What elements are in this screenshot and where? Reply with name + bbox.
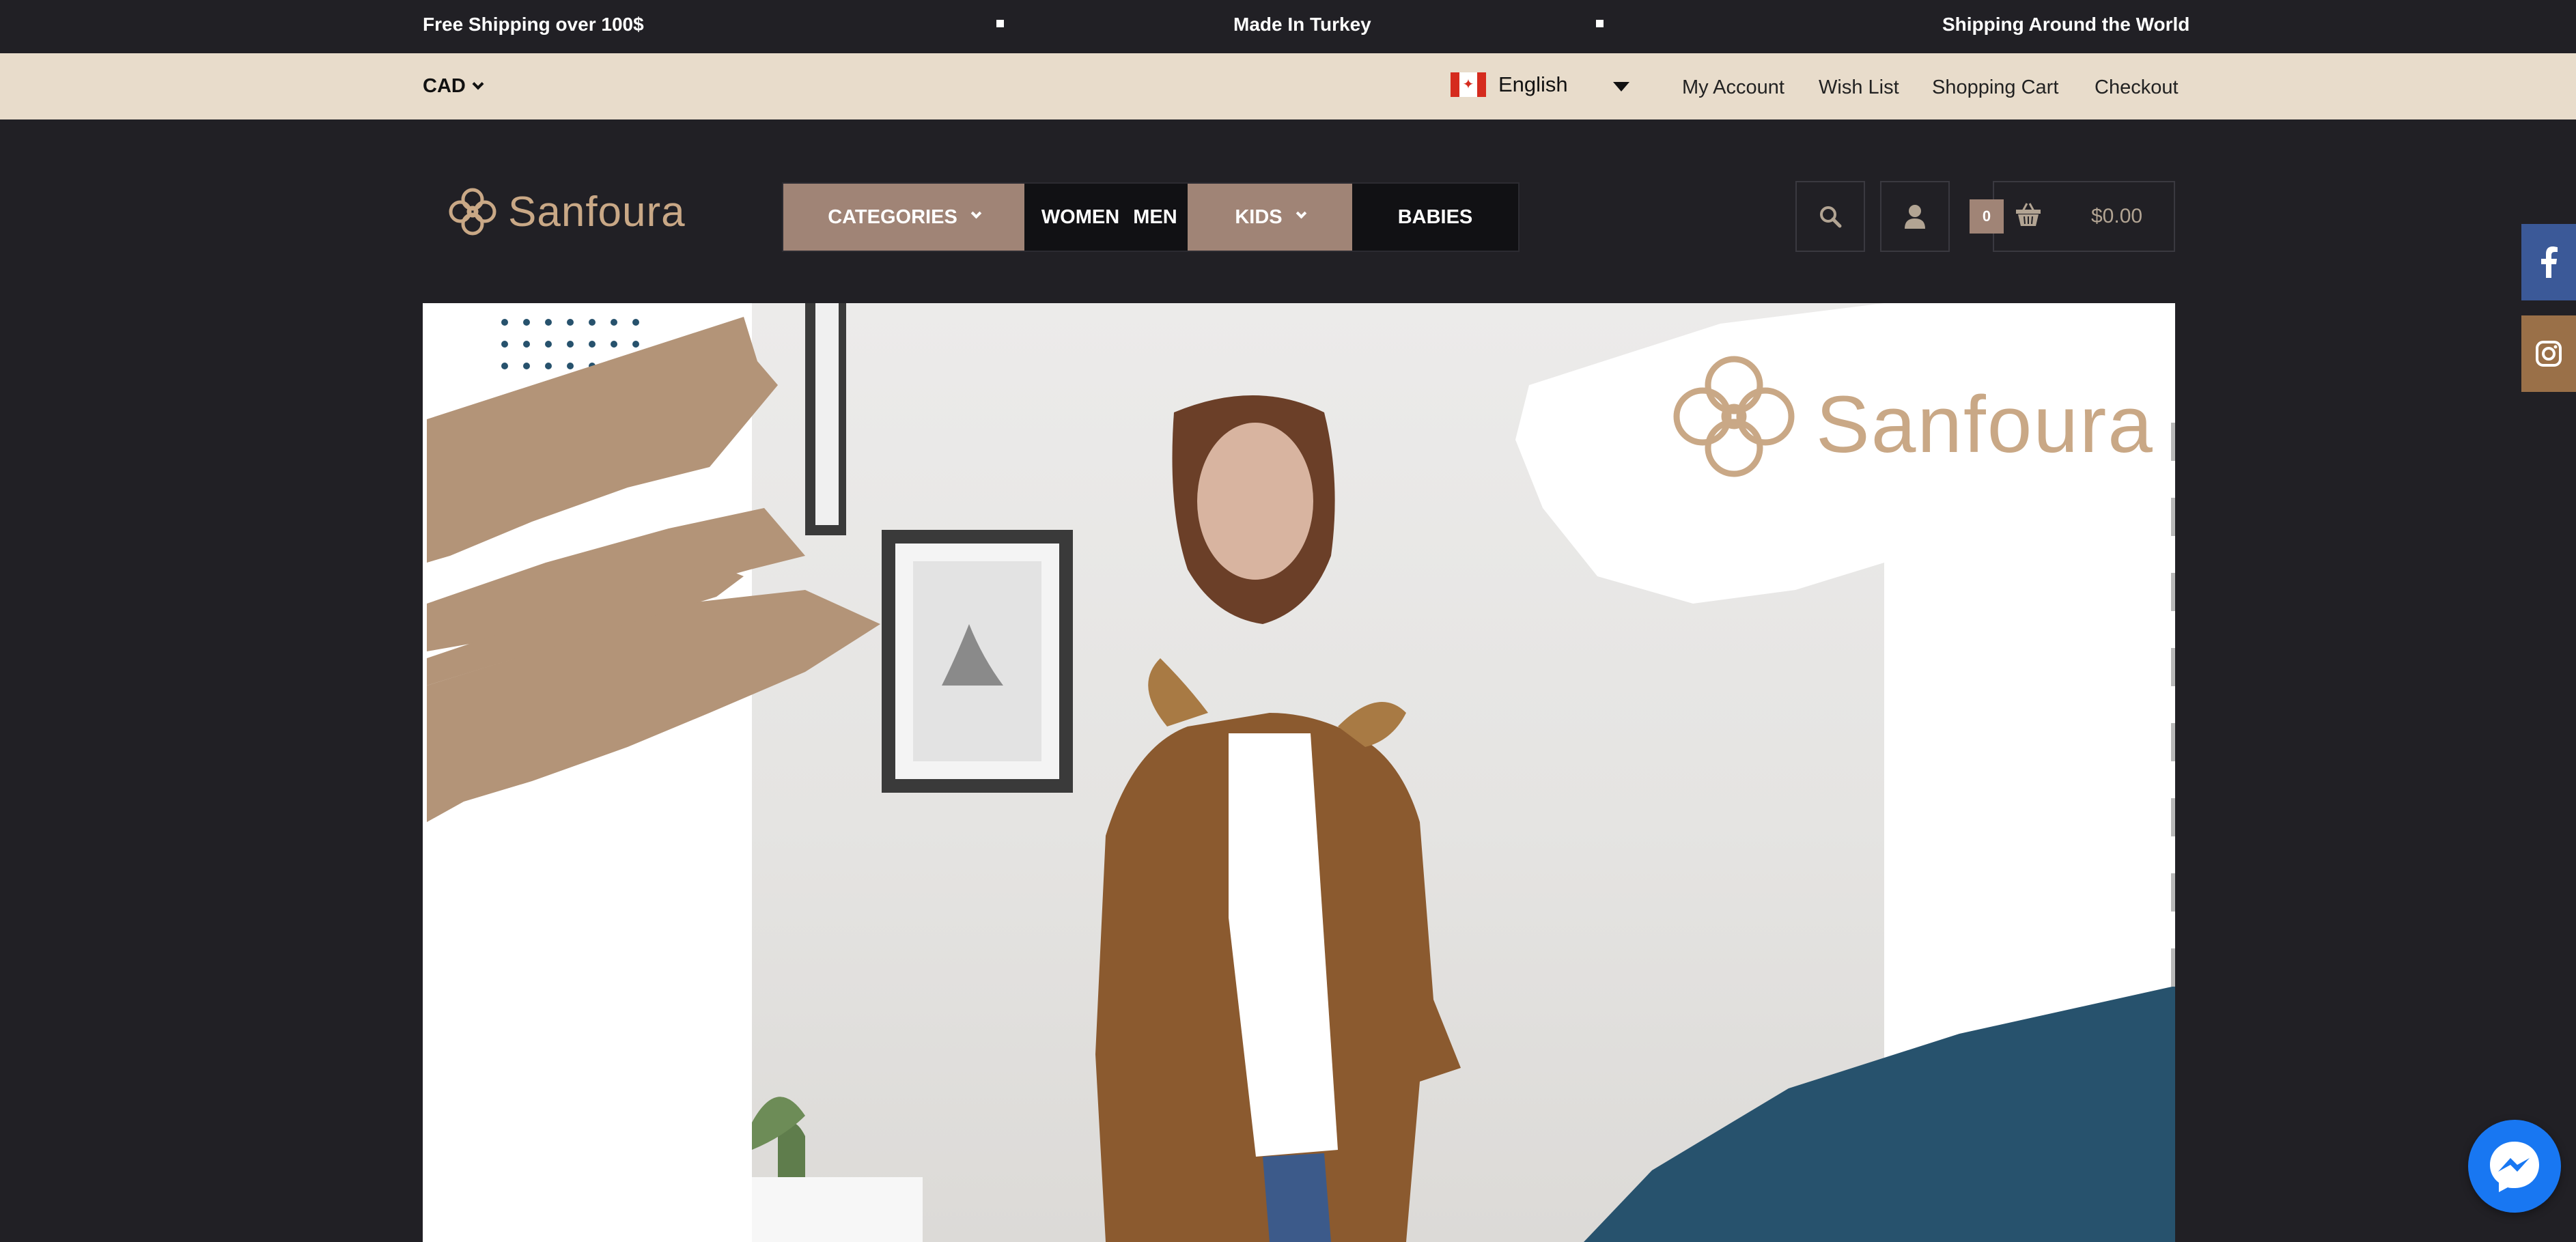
scroll-indicator <box>2171 648 2175 686</box>
nav-babies[interactable]: BABIES <box>1352 184 1518 251</box>
shopping-cart-link[interactable]: Shopping Cart <box>1932 76 2058 99</box>
main-nav: CATEGORIES WOMEN MEN KIDS BABIES <box>782 182 1520 252</box>
nav-men[interactable]: MEN <box>1123 184 1188 251</box>
language-selector[interactable]: ✦ English <box>1451 72 1568 97</box>
instagram-icon <box>2536 341 2562 367</box>
nav-women[interactable]: WOMEN <box>1038 184 1123 251</box>
facebook-icon <box>2541 246 2558 278</box>
facebook-button[interactable] <box>2521 224 2576 300</box>
announcement-free-shipping: Free Shipping over 100$ <box>423 14 644 35</box>
separator-dot <box>996 20 1004 27</box>
announcement-made-in-turkey: Made In Turkey <box>1233 14 1371 35</box>
scroll-indicator <box>2171 573 2175 611</box>
chevron-down-icon <box>970 208 982 218</box>
sanfoura-knot-icon <box>449 188 496 236</box>
nav-categories[interactable]: CATEGORIES <box>783 184 1024 251</box>
scroll-indicator <box>2171 948 2175 987</box>
currency-label: CAD <box>423 75 466 97</box>
hero-brand-watermark: Sanfoura <box>1816 380 2154 470</box>
chevron-down-icon <box>1296 208 1306 218</box>
instagram-button[interactable] <box>2521 315 2576 392</box>
scroll-indicator <box>2171 873 2175 912</box>
utility-bar: CAD ✦ English My Account Wish List Shopp… <box>0 53 2576 119</box>
checkout-link[interactable]: Checkout <box>2095 76 2179 99</box>
account-button[interactable] <box>1880 181 1950 252</box>
canada-flag-icon: ✦ <box>1451 72 1486 97</box>
search-button[interactable] <box>1795 181 1865 252</box>
separator-dot <box>1596 20 1604 27</box>
messenger-chat-button[interactable] <box>2468 1120 2561 1213</box>
nav-babies-label: BABIES <box>1397 206 1473 228</box>
model-figure <box>1095 395 1461 1242</box>
nav-women-label: WOMEN <box>1041 206 1120 228</box>
language-label: English <box>1498 72 1568 96</box>
wish-list-link[interactable]: Wish List <box>1819 76 1899 99</box>
messenger-icon <box>2490 1142 2539 1192</box>
announcement-worldwide-shipping: Shipping Around the World <box>1942 14 2190 35</box>
caret-down-icon[interactable] <box>1613 82 1629 91</box>
scroll-indicator <box>2171 798 2175 836</box>
nav-men-label: MEN <box>1133 206 1177 228</box>
brand-name: Sanfoura <box>508 188 686 236</box>
announcement-bar: Free Shipping over 100$ Made In Turkey S… <box>0 0 2576 53</box>
my-account-link[interactable]: My Account <box>1682 76 1784 99</box>
site-logo[interactable]: Sanfoura <box>445 184 686 239</box>
scroll-indicator <box>2171 423 2175 461</box>
cart-total: $0.00 <box>2091 205 2143 227</box>
hero-banner[interactable]: Sanfoura <box>423 303 2175 1242</box>
chevron-down-icon <box>472 78 484 89</box>
basket-icon <box>2016 203 2041 226</box>
nav-kids[interactable]: KIDS <box>1188 184 1352 251</box>
scroll-indicator <box>2171 723 2175 761</box>
nav-categories-label: CATEGORIES <box>828 206 957 228</box>
scroll-indicator <box>2171 498 2175 536</box>
search-icon <box>1820 206 1842 228</box>
nav-kids-label: KIDS <box>1235 206 1283 228</box>
cart-count-badge: 0 <box>1970 199 2004 234</box>
currency-selector[interactable]: CAD <box>423 75 484 98</box>
user-icon <box>1905 205 1925 229</box>
